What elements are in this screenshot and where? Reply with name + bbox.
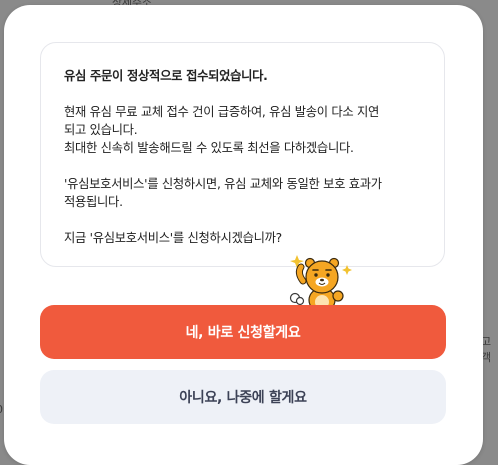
- later-button[interactable]: 아니요, 나중에 할게요: [40, 370, 446, 424]
- background-customer-label: 고객: [481, 335, 491, 364]
- notice-headline: 유심 주문이 정상적으로 접수되었습니다.: [64, 69, 268, 83]
- notice-box: 유심 주문이 정상적으로 접수되었습니다. 현재 유심 무료 교체 접수 건이 …: [40, 42, 445, 267]
- protection-service-text: '유심보호서비스'를 신청하시면, 유심 교체와 동일한 보호 효과가 적용됩니…: [64, 177, 382, 209]
- confirm-apply-button[interactable]: 네, 바로 신청할게요: [40, 305, 446, 359]
- usim-order-dialog: 유심 주문이 정상적으로 접수되었습니다. 현재 유심 무료 교체 접수 건이 …: [4, 5, 483, 465]
- delay-notice-text: 현재 유심 무료 교체 접수 건이 급증하여, 유심 발송이 다소 지연 되고 …: [64, 105, 380, 155]
- service-question-text: 지금 '유심보호서비스'를 신청하시겠습니까?: [64, 231, 282, 245]
- background-left-label: 0: [0, 403, 3, 416]
